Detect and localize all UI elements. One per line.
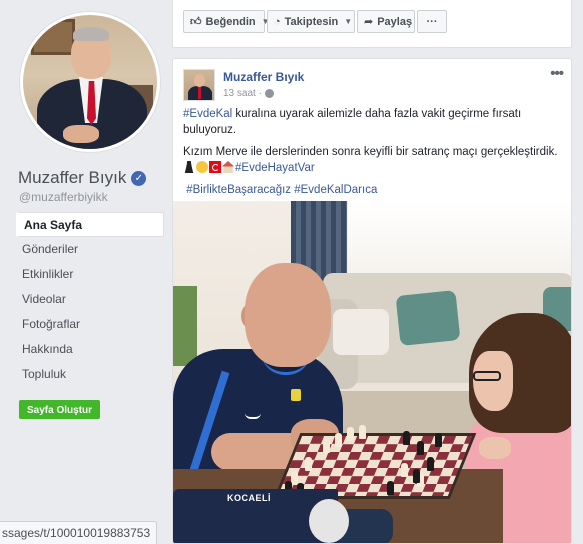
left-column: Muzaffer Bıyık ✓ @muzafferbiyikk Ana Say… — [0, 0, 172, 544]
profile-photo — [23, 15, 157, 149]
post-paragraph-1: #EvdeKal kuralına uyarak ailemizle daha … — [183, 106, 567, 138]
follow-button[interactable]: ◔ Takiptesin ▼ — [267, 10, 355, 33]
post-time-text[interactable]: 13 saat · — [223, 88, 262, 99]
nav-item-events[interactable]: Etkinlikler — [16, 262, 164, 287]
share-button[interactable]: ➦ Paylaş — [357, 10, 415, 33]
feed-post: Muzaffer Bıyık 13 saat · ••• #EvdeKal ku… — [172, 58, 572, 544]
post-timestamp[interactable]: 13 saat · — [223, 88, 274, 99]
create-page-button[interactable]: Sayfa Oluştur — [19, 400, 101, 419]
post-paragraph-2: Kızım Merve ile derslerinden sonra keyif… — [183, 144, 567, 176]
nav-item-posts[interactable]: Gönderiler — [16, 237, 164, 262]
post-body-text: #EvdeKal kuralına uyarak ailemizle daha … — [183, 106, 567, 204]
more-button[interactable]: ··· — [417, 10, 447, 33]
profile-picture[interactable] — [20, 12, 160, 152]
profile-name-text[interactable]: Muzaffer Bıyık — [18, 168, 126, 188]
photo-mailer-text: KOCAELİ — [227, 493, 271, 503]
rss-icon: ◔ — [274, 15, 281, 28]
profile-handle: @muzafferbiyikk — [19, 190, 108, 204]
share-arrow-icon: ➦ — [364, 16, 374, 28]
globe-icon — [264, 89, 274, 98]
hashtag-link[interactable]: #EvdeHayatVar — [235, 162, 315, 174]
nav-item-about[interactable]: Hakkında — [16, 337, 164, 362]
post-author-name[interactable]: Muzaffer Bıyık — [223, 70, 304, 84]
house-icon — [222, 161, 234, 173]
smile-icon — [196, 161, 208, 173]
post-text-segment: kuralına uyarak ailemizle daha fazla vak… — [183, 108, 522, 136]
like-button[interactable]: 👍︎ Beğendin ▼ — [183, 10, 270, 33]
profile-name[interactable]: Muzaffer Bıyık ✓ — [18, 168, 147, 188]
status-url: ssages/t/100010019883753 — [0, 521, 158, 544]
turkey-flag-icon — [209, 161, 221, 173]
verified-checkmark-icon: ✓ — [131, 170, 147, 186]
thumbs-up-icon: 👍︎ — [190, 16, 202, 28]
share-label: Paylaş — [377, 15, 413, 28]
nav-item-home[interactable]: Ana Sayfa — [16, 212, 164, 237]
hashtag-link[interactable]: #EvdeKalDarıca — [294, 184, 377, 196]
post-photo[interactable]: KOCAELİ — [173, 201, 571, 543]
chevron-down-icon: ▼ — [344, 17, 353, 26]
post-text-segment: Kızım Merve ile derslerinden sonra keyif… — [183, 146, 558, 158]
post-paragraph-3: #BirlikteBaşaracağız #EvdeKalDarıca — [183, 182, 567, 198]
page-nav: Ana Sayfa Gönderiler Etkinlikler Videola… — [16, 212, 164, 387]
post-author-avatar[interactable] — [183, 69, 215, 101]
nav-item-videos[interactable]: Videolar — [16, 287, 164, 312]
post-options-button[interactable]: ••• — [550, 65, 564, 82]
chess-pawn-icon — [184, 161, 194, 173]
nav-item-photos[interactable]: Fotoğraflar — [16, 312, 164, 337]
page-action-bar: 👍︎ Beğendin ▼ ◔ Takiptesin ▼ ➦ Paylaş ··… — [172, 0, 572, 48]
hashtag-link[interactable]: #EvdeKal — [183, 108, 232, 120]
nav-item-community[interactable]: Topluluk — [16, 362, 164, 387]
follow-label: Takiptesin — [284, 15, 339, 28]
hashtag-link[interactable]: #BirlikteBaşaracağız — [186, 184, 291, 196]
like-label: Beğendin — [205, 15, 256, 28]
